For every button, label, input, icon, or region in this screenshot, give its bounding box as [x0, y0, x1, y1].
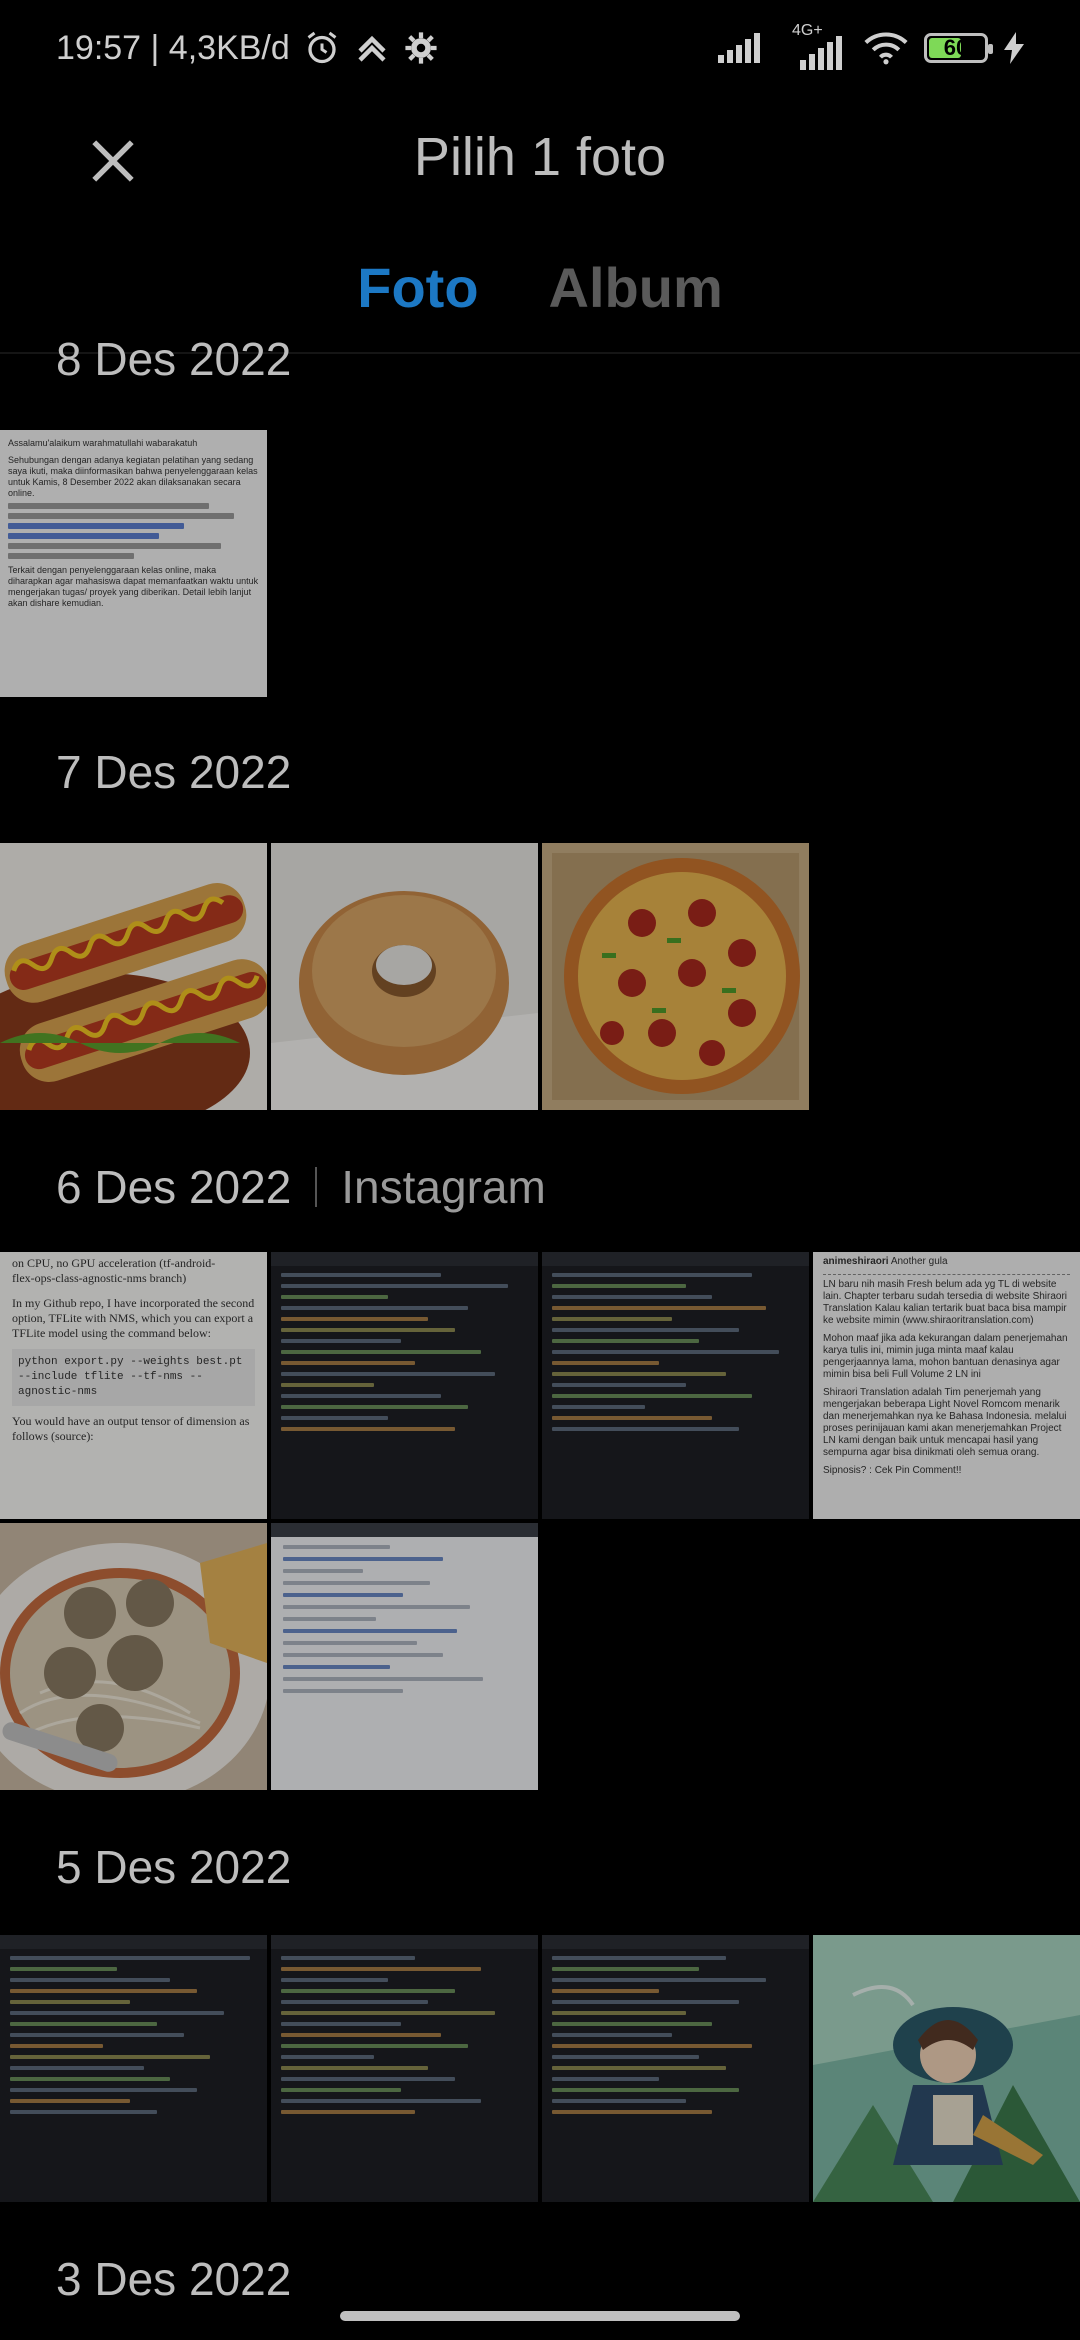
date-label: 8 Des 2022 — [56, 340, 292, 385]
date-label: 3 Des 2022 — [56, 2253, 292, 2305]
date-label: 6 Des 2022 — [56, 1161, 292, 1213]
article-line: flex-ops-class-agnostic-nms branch) — [12, 1271, 187, 1285]
pizza-image — [542, 843, 809, 1110]
signal-4g-icon — [800, 36, 842, 70]
photo-gallery[interactable]: 8 Des 2022 Assalamu'alaikum warahmatulla… — [0, 340, 1080, 2340]
photo-thumbnail[interactable] — [0, 843, 267, 1110]
photo-thumbnail[interactable] — [813, 1935, 1080, 2202]
announce-account: animeshiraori — [823, 1256, 889, 1267]
photo-thumbnail[interactable] — [542, 843, 809, 1110]
source-label: Instagram — [341, 1161, 546, 1213]
announce-body: Mohon maaf jika ada kekurangan dalam pen… — [823, 1333, 1068, 1380]
date-label: 7 Des 2022 — [56, 746, 292, 798]
data-saver-icon — [358, 35, 386, 62]
article-paragraph: In my Github repo, I have incorporated t… — [12, 1296, 255, 1340]
hotdog-image — [0, 843, 267, 1110]
announce-body: LN baru nih masih Fresh belum ada yg TL … — [823, 1279, 1068, 1326]
tab-foto[interactable]: Foto — [357, 255, 478, 335]
photo-thumbnail[interactable] — [271, 843, 538, 1110]
signal-4g-group: 4G+ — [782, 22, 848, 70]
status-left: 19:57 | 4,3KB/d — [56, 29, 438, 68]
tab-bar: Foto Album — [0, 255, 1080, 335]
section-date: 5 Des 2022 — [56, 1840, 291, 1894]
alarm-icon — [307, 31, 337, 64]
classroom-note: Terkait dengan penyelenggaraan kelas onl… — [8, 565, 259, 608]
battery-level: 60 — [943, 35, 969, 60]
section-date: 6 Des 2022 Instagram — [56, 1160, 546, 1214]
article-tail: You would have an output tensor of dimen… — [12, 1414, 250, 1443]
meatball-soup-image — [0, 1523, 267, 1790]
status-right: 4G+ 60 — [718, 22, 1024, 70]
photo-thumbnail[interactable]: Assalamu'alaikum warahmatullahi wabaraka… — [0, 430, 267, 697]
home-indicator[interactable] — [340, 2311, 740, 2321]
photo-thumbnail[interactable] — [0, 1523, 267, 1790]
status-bar: 19:57 | 4,3KB/d 4G+ 60 — [0, 0, 1080, 96]
announce-footer: Sipnosis? : Cek Pin Comment!! — [823, 1465, 962, 1476]
photo-thumbnail[interactable] — [271, 1935, 538, 2202]
photo-thumbnail[interactable] — [0, 1935, 267, 2202]
photo-thumbnail[interactable] — [542, 1935, 809, 2202]
photo-thumbnail[interactable] — [271, 1252, 538, 1519]
wifi-icon — [864, 32, 908, 65]
announce-tag: Another gula — [890, 1256, 948, 1267]
battery-icon: 60 — [924, 33, 993, 63]
photo-thumbnail[interactable] — [271, 1523, 538, 1790]
announce-body: Shiraori Translation adalah Tim penerjem… — [823, 1387, 1067, 1458]
article-line: on CPU, no GPU acceleration (tf-android- — [12, 1256, 216, 1270]
picker-header: Pilih 1 foto — [0, 110, 1080, 210]
photo-thumbnail[interactable]: animeshiraori Another gula LN baru nih m… — [813, 1252, 1080, 1519]
date-source-separator — [315, 1167, 318, 1207]
tab-album[interactable]: Album — [549, 255, 723, 335]
section-date: 3 Des 2022 — [56, 2252, 291, 2306]
status-time: 19:57 | 4,3KB/d — [56, 28, 290, 67]
classroom-greeting: Assalamu'alaikum warahmatullahi wabaraka… — [8, 438, 198, 448]
settings-icon — [405, 32, 437, 64]
classroom-body: Sehubungan dengan adanya kegiatan pelati… — [8, 455, 258, 498]
donut-image — [271, 843, 538, 1110]
photo-thumbnail[interactable] — [542, 1252, 809, 1519]
anime-illustration-image — [813, 1935, 1080, 2202]
signal-icon — [718, 33, 760, 63]
charging-icon — [1004, 32, 1024, 64]
date-label: 5 Des 2022 — [56, 1841, 292, 1893]
photo-thumbnail[interactable]: on CPU, no GPU acceleration (tf-android-… — [0, 1252, 267, 1519]
article-code: python export.py --weights best.pt --inc… — [12, 1349, 255, 1406]
page-title: Pilih 1 foto — [413, 127, 667, 187]
section-date: 7 Des 2022 — [56, 745, 291, 799]
section-date: 8 Des 2022 — [56, 340, 291, 386]
